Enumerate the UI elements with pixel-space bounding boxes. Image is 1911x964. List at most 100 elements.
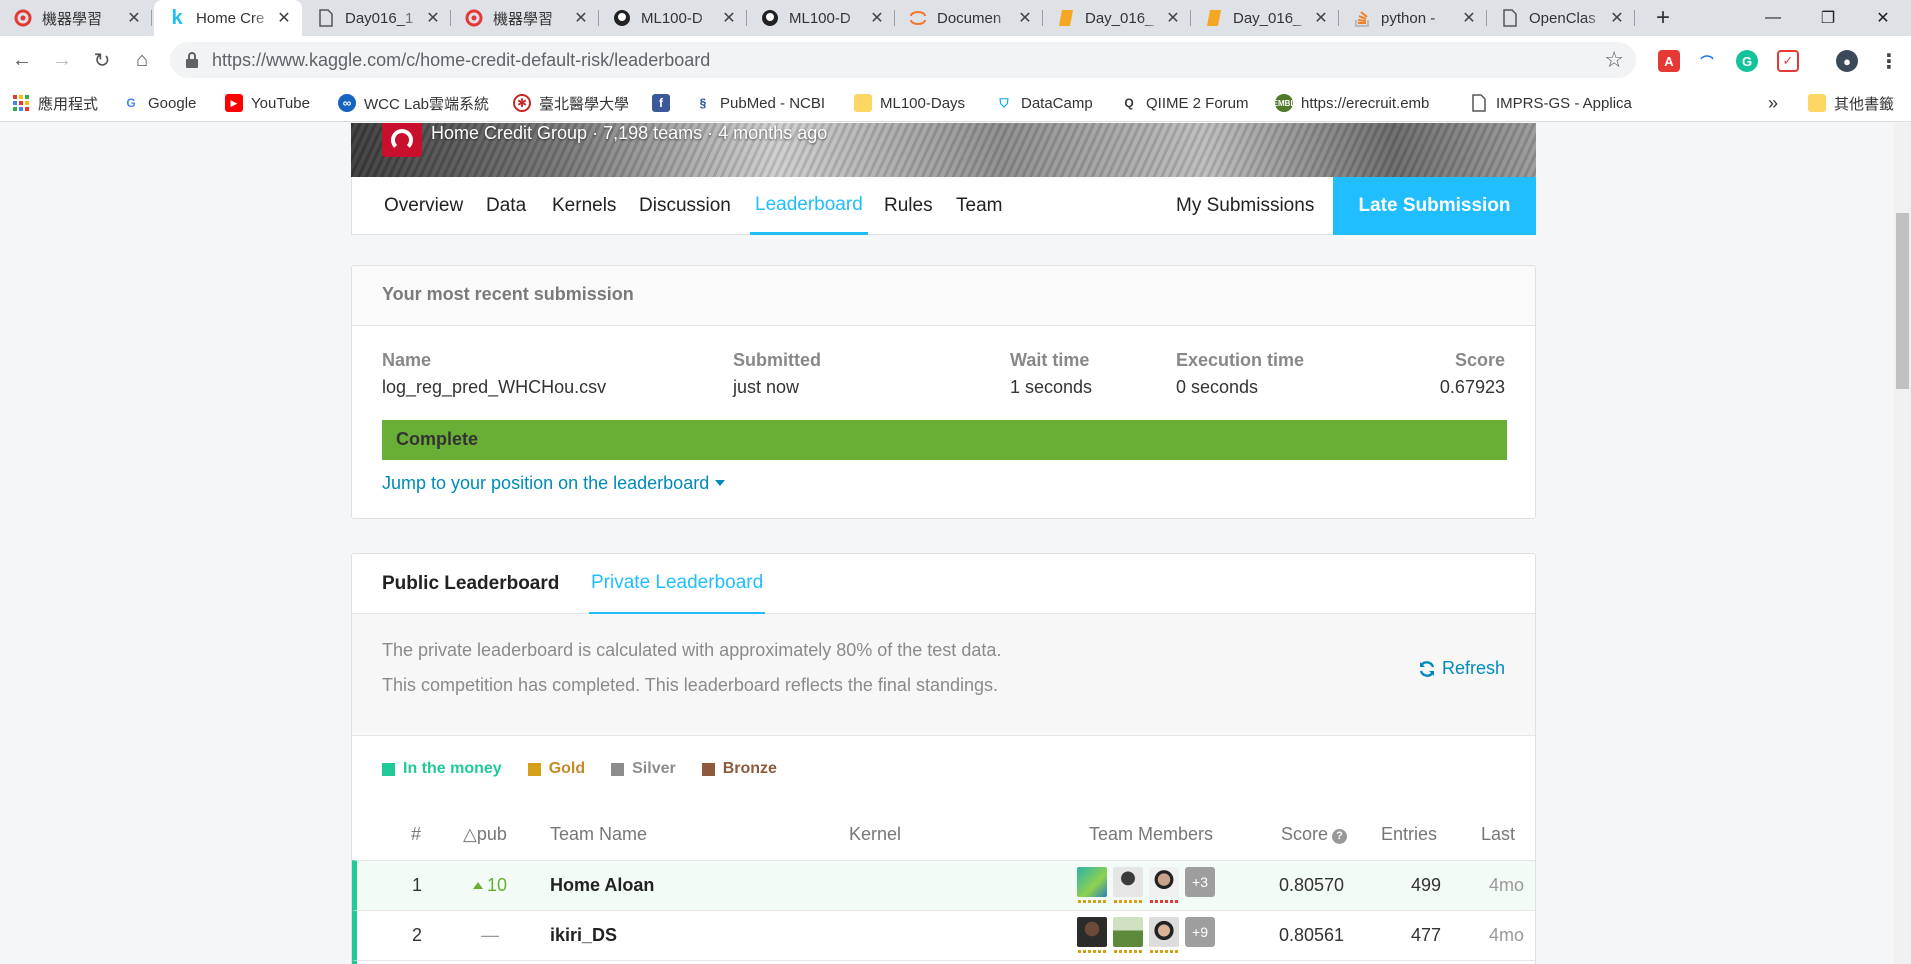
pocket-extension-icon[interactable]: ✓ bbox=[1777, 50, 1799, 72]
more-members-badge[interactable]: +3 bbox=[1185, 867, 1215, 897]
tab-team[interactable]: Team bbox=[956, 177, 1002, 234]
new-tab-button[interactable]: + bbox=[1648, 0, 1678, 36]
team-member-avatar[interactable] bbox=[1113, 917, 1143, 953]
forward-button[interactable]: → bbox=[48, 46, 76, 74]
apps-grid-icon bbox=[12, 94, 30, 112]
tab-private-leaderboard[interactable]: Private Leaderboard bbox=[589, 554, 766, 615]
browser-tab[interactable]: Documen ✕ bbox=[895, 0, 1043, 36]
close-tab-icon[interactable]: ✕ bbox=[1313, 8, 1329, 28]
tab-title: 機器學習 bbox=[42, 10, 103, 28]
tab-public-leaderboard[interactable]: Public Leaderboard bbox=[382, 554, 559, 614]
browser-tab[interactable]: 機器學習 ✕ bbox=[451, 0, 599, 36]
refresh-button[interactable]: Refresh bbox=[1418, 658, 1505, 679]
tab-leaderboard[interactable]: Leaderboard bbox=[750, 177, 868, 235]
tab-kernels[interactable]: Kernels bbox=[552, 177, 616, 234]
browser-tab[interactable]: ML100-D ✕ bbox=[747, 0, 895, 36]
close-tab-icon[interactable]: ✕ bbox=[425, 8, 441, 28]
tab-rules[interactable]: Rules bbox=[884, 177, 933, 234]
info-line-2: This competition has completed. This lea… bbox=[382, 675, 998, 695]
delta-cell: — bbox=[481, 925, 499, 945]
medal-dots bbox=[1114, 900, 1142, 903]
scrollbar-thumb[interactable] bbox=[1896, 213, 1909, 389]
pdf-extension-icon[interactable]: A bbox=[1658, 50, 1680, 72]
bookmark-star-icon[interactable]: ☆ bbox=[1604, 47, 1624, 73]
close-tab-icon[interactable]: ✕ bbox=[1461, 8, 1477, 28]
page-content: Home Credit Group · 7,198 teams · 4 mont… bbox=[0, 123, 1911, 964]
table-row[interactable] bbox=[352, 960, 1535, 964]
back-button[interactable]: ← bbox=[8, 46, 36, 74]
bookmark-label: PubMed - NCBI bbox=[720, 94, 826, 112]
tab-overview[interactable]: Overview bbox=[384, 177, 463, 234]
bookmark-item[interactable]: § PubMed - NCBI bbox=[694, 84, 825, 122]
grammarly-icon[interactable]: G bbox=[1736, 50, 1758, 72]
jump-to-position-link[interactable]: Jump to your position on the leaderboard bbox=[382, 473, 726, 494]
legend-swatch bbox=[611, 762, 625, 776]
colorful-arc-extension-icon[interactable]: ⌒ bbox=[1696, 50, 1718, 72]
tab-title: Home Cre bbox=[196, 9, 265, 27]
bookmark-item[interactable]: ✱ 臺北醫學大學 bbox=[513, 84, 629, 122]
browser-tab[interactable]: python - ✕ bbox=[1339, 0, 1487, 36]
close-tab-icon[interactable]: ✕ bbox=[1165, 8, 1181, 28]
my-submissions-link[interactable]: My Submissions bbox=[1176, 177, 1314, 234]
team-name-link[interactable]: ikiri_DS bbox=[550, 925, 617, 946]
bookmark-item[interactable]: ML100-Days bbox=[854, 84, 965, 122]
browser-tab[interactable]: ML100-D ✕ bbox=[599, 0, 747, 36]
bookmark-item[interactable]: f bbox=[652, 84, 678, 122]
close-tab-icon[interactable]: ✕ bbox=[573, 8, 589, 28]
team-member-avatar[interactable] bbox=[1077, 917, 1107, 953]
bookmark-item[interactable]: G Google bbox=[122, 84, 196, 122]
browser-tab[interactable]: 機器學習 ✕ bbox=[0, 0, 152, 36]
kaggle-k-icon: k bbox=[171, 6, 183, 29]
browser-tab[interactable]: Day_016_ ✕ bbox=[1191, 0, 1339, 36]
bookmarks-overflow-button[interactable]: » bbox=[1768, 84, 1778, 122]
bookmarks-bar: 應用程式 G Google ▶ YouTube ∞ WCC Lab雲端系統 ✱ 臺北醫學… bbox=[0, 84, 1911, 122]
table-row[interactable]: 2 — ikiri_DS +9 0.80561 477 4mo bbox=[352, 910, 1535, 960]
bookmark-item[interactable]: ▶ YouTube bbox=[225, 84, 310, 122]
bookmark-item[interactable]: IMPRS-GS - Applica bbox=[1470, 84, 1632, 122]
browser-tab[interactable]: Day016_1 ✕ bbox=[303, 0, 451, 36]
browser-tab[interactable]: OpenClas ✕ bbox=[1487, 0, 1635, 36]
bookmark-item[interactable]: EMBL https://erecruit.emb bbox=[1273, 84, 1429, 122]
more-members-badge[interactable]: +9 bbox=[1185, 917, 1215, 947]
table-row[interactable]: 1 10 Home Aloan +3 0.80570 499 4mo bbox=[352, 860, 1535, 910]
close-tab-icon[interactable]: ✕ bbox=[126, 8, 142, 28]
close-tab-icon[interactable]: ✕ bbox=[1017, 8, 1033, 28]
bookmark-item[interactable]: 其他書籤 bbox=[1808, 84, 1894, 122]
help-icon[interactable]: ? bbox=[1332, 828, 1348, 844]
close-tab-icon[interactable]: ✕ bbox=[721, 8, 737, 28]
tab-title: OpenClas bbox=[1529, 9, 1596, 27]
bookmark-item[interactable]: ∞ WCC Lab雲端系統 bbox=[338, 84, 489, 122]
late-submission-button[interactable]: Late Submission bbox=[1333, 177, 1536, 235]
leaderboard-card: Public Leaderboard Private Leaderboard T… bbox=[351, 553, 1536, 964]
legend-gold: Gold bbox=[527, 760, 585, 778]
execution-time-label: Execution time bbox=[1176, 350, 1305, 370]
team-member-avatar[interactable] bbox=[1149, 917, 1179, 953]
more-menu-icon[interactable]: ⋮ bbox=[1878, 50, 1900, 73]
tab-data[interactable]: Data bbox=[486, 177, 526, 234]
team-name-link[interactable]: Home Aloan bbox=[550, 875, 654, 896]
address-bar[interactable]: https://www.kaggle.com/c/home-credit-def… bbox=[170, 42, 1636, 78]
close-tab-icon[interactable]: ✕ bbox=[1609, 8, 1625, 28]
team-member-avatar[interactable] bbox=[1113, 867, 1143, 903]
close-tab-icon[interactable]: ✕ bbox=[869, 8, 885, 28]
minimize-window-button[interactable]: — bbox=[1745, 0, 1801, 36]
column-header-delta[interactable]: △pub bbox=[463, 824, 507, 845]
team-member-avatar[interactable] bbox=[1077, 867, 1107, 903]
bookmark-item[interactable]: Q QIIME 2 Forum bbox=[1120, 84, 1248, 122]
tab-discussion[interactable]: Discussion bbox=[639, 177, 731, 234]
browser-tab-active[interactable]: k Home Cre ✕ bbox=[154, 0, 302, 36]
close-window-button[interactable]: ✕ bbox=[1855, 0, 1911, 36]
bookmark-item[interactable]: 應用程式 bbox=[12, 84, 98, 122]
profile-avatar[interactable]: ● bbox=[1836, 50, 1858, 72]
tab-title: Day016_1 bbox=[345, 9, 414, 27]
browser-tab[interactable]: Day_016_ ✕ bbox=[1043, 0, 1191, 36]
score-column: Score 0.67923 bbox=[1440, 350, 1505, 398]
bookmark-item[interactable]: ⛉ DataCamp bbox=[995, 84, 1092, 122]
team-member-avatar[interactable] bbox=[1149, 867, 1179, 903]
page-scrollbar[interactable] bbox=[1894, 123, 1911, 964]
close-tab-icon[interactable]: ✕ bbox=[276, 8, 292, 28]
pubmed-icon: § bbox=[699, 96, 707, 110]
home-icon[interactable]: ⌂ bbox=[128, 46, 156, 74]
restore-window-button[interactable]: ❐ bbox=[1800, 0, 1856, 36]
reload-button[interactable]: ↻ bbox=[88, 46, 116, 74]
